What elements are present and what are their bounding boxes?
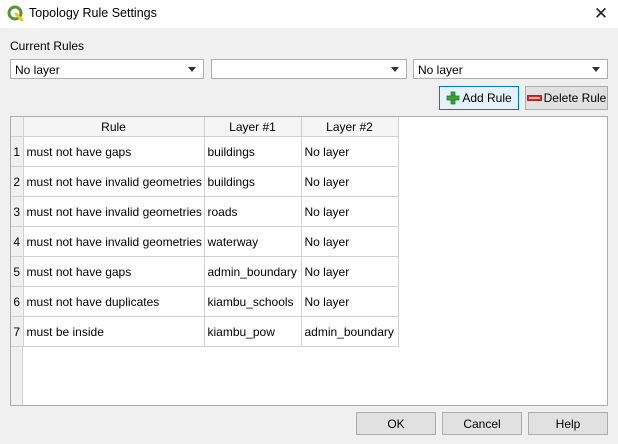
- column-header-rule[interactable]: Rule: [23, 117, 205, 137]
- rule-cell[interactable]: must not have gaps: [23, 256, 205, 287]
- minus-icon: [526, 93, 542, 103]
- table-row[interactable]: 1 must not have gaps buildings No layer: [11, 136, 399, 167]
- layer2-combo-value: No layer: [418, 63, 463, 77]
- rule-cell[interactable]: must not have duplicates: [23, 286, 205, 317]
- rules-table[interactable]: Rule Layer #1 Layer #2 1 must not have g…: [10, 116, 608, 406]
- layer1-combo-value: No layer: [15, 63, 60, 77]
- ok-button-label: OK: [387, 416, 405, 431]
- layer1-combo[interactable]: No layer: [10, 59, 204, 79]
- delete-rule-label: Delete Rule: [543, 91, 607, 105]
- layer2-cell[interactable]: No layer: [301, 226, 399, 257]
- column-header-layer1[interactable]: Layer #1: [204, 117, 302, 137]
- layer1-cell[interactable]: buildings: [204, 166, 302, 197]
- layer2-combo[interactable]: No layer: [413, 59, 608, 79]
- close-button[interactable]: ✕: [584, 0, 618, 28]
- layer1-cell[interactable]: roads: [204, 196, 302, 227]
- add-rule-button[interactable]: Add Rule: [439, 86, 519, 110]
- rule-cell[interactable]: must not have invalid geometries: [23, 226, 205, 257]
- corner-header: [11, 117, 24, 137]
- chevron-down-icon: [391, 67, 399, 72]
- rule-cell[interactable]: must not have invalid geometries: [23, 166, 205, 197]
- help-button-label: Help: [555, 416, 581, 431]
- table-row[interactable]: 3 must not have invalid geometries roads…: [11, 196, 399, 227]
- table-row[interactable]: 7 must be inside kiambu_pow admin_bounda…: [11, 316, 399, 347]
- table-row[interactable]: 4 must not have invalid geometries water…: [11, 226, 399, 257]
- table-row[interactable]: 6 must not have duplicates kiambu_school…: [11, 286, 399, 317]
- layer2-cell[interactable]: No layer: [301, 286, 399, 317]
- layer2-cell[interactable]: No layer: [301, 136, 399, 167]
- current-rules-label: Current Rules: [10, 39, 85, 53]
- header-row: Rule Layer #1 Layer #2: [11, 117, 399, 137]
- layer2-cell[interactable]: No layer: [301, 196, 399, 227]
- layer1-cell[interactable]: kiambu_schools: [204, 286, 302, 317]
- qgis-icon: [7, 5, 24, 22]
- layer1-cell[interactable]: buildings: [204, 136, 302, 167]
- row-number[interactable]: 6: [11, 286, 24, 317]
- layer2-cell[interactable]: No layer: [301, 256, 399, 287]
- chevron-down-icon: [188, 67, 196, 72]
- row-number[interactable]: 3: [11, 196, 24, 227]
- rule-combo[interactable]: [211, 59, 407, 79]
- layer2-cell[interactable]: admin_boundary: [301, 316, 399, 347]
- window-title: Topology Rule Settings: [29, 6, 157, 20]
- delete-rule-button[interactable]: Delete Rule: [525, 86, 608, 110]
- layer1-cell[interactable]: waterway: [204, 226, 302, 257]
- layer1-cell[interactable]: admin_boundary: [204, 256, 302, 287]
- rule-cell[interactable]: must not have invalid geometries: [23, 196, 205, 227]
- rule-cell[interactable]: must be inside: [23, 316, 205, 347]
- layer1-cell[interactable]: kiambu_pow: [204, 316, 302, 347]
- row-number[interactable]: 4: [11, 226, 24, 257]
- table-row[interactable]: 2 must not have invalid geometries build…: [11, 166, 399, 197]
- layer2-cell[interactable]: No layer: [301, 166, 399, 197]
- row-number[interactable]: 5: [11, 256, 24, 287]
- chevron-down-icon: [592, 67, 600, 72]
- rule-cell[interactable]: must not have gaps: [23, 136, 205, 167]
- column-header-layer2[interactable]: Layer #2: [301, 117, 399, 137]
- ok-button[interactable]: OK: [356, 412, 436, 435]
- row-number[interactable]: 2: [11, 166, 24, 197]
- cancel-button-label: Cancel: [463, 416, 501, 431]
- row-number[interactable]: 7: [11, 316, 24, 347]
- rules-grid: Rule Layer #1 Layer #2 1 must not have g…: [11, 117, 399, 347]
- row-number[interactable]: 1: [11, 136, 24, 167]
- title-bar: Topology Rule Settings ✕: [0, 0, 618, 28]
- close-icon: ✕: [593, 4, 609, 23]
- table-row[interactable]: 5 must not have gaps admin_boundary No l…: [11, 256, 399, 287]
- add-rule-label: Add Rule: [462, 91, 512, 105]
- help-button[interactable]: Help: [528, 412, 608, 435]
- plus-icon: [446, 91, 460, 105]
- cancel-button[interactable]: Cancel: [442, 412, 522, 435]
